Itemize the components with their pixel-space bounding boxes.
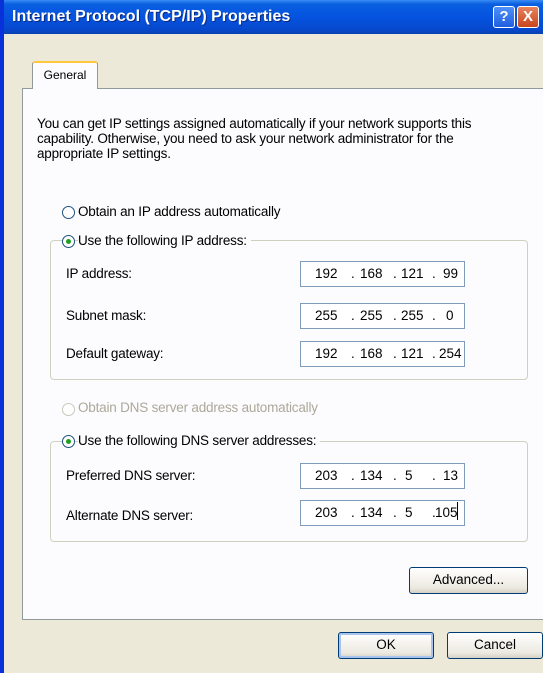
alternate-dns-label: Alternate DNS server: (66, 508, 194, 523)
tab-general[interactable]: General (32, 61, 98, 89)
octet-separator: . (432, 346, 436, 361)
help-button[interactable]: ? (493, 6, 515, 28)
dns-manual-label[interactable]: Use the following DNS server addresses: (78, 433, 321, 448)
subnet-mask-label: Subnet mask: (66, 308, 147, 323)
default-gateway-octet-4: 254 (439, 346, 462, 361)
octet-separator: . (393, 346, 397, 361)
dns-manual-radio[interactable] (62, 435, 75, 448)
ip-address-label: IP address: (66, 266, 132, 281)
close-button[interactable]: X (517, 6, 539, 28)
help-icon: ? (499, 8, 509, 25)
ip-manual-label[interactable]: Use the following IP address: (78, 233, 251, 248)
preferred-dns-octet-4: 13 (443, 468, 459, 483)
cancel-button[interactable]: Cancel (447, 632, 543, 659)
default-gateway-label: Default gateway: (66, 346, 164, 361)
ip-auto-radio[interactable] (62, 206, 75, 219)
title-bar[interactable]: Internet Protocol (TCP/IP) Properties ? … (4, 0, 543, 34)
subnet-mask-field[interactable]: 255 . 255 . 255 . 0 (300, 303, 465, 329)
octet-separator: . (393, 308, 397, 323)
octet-separator: . (351, 266, 355, 281)
text-cursor (457, 502, 458, 520)
octet-separator: . (351, 308, 355, 323)
octet-separator: . (432, 468, 436, 483)
octet-separator: . (432, 266, 436, 281)
preferred-dns-label: Preferred DNS server: (66, 468, 196, 483)
ip-address-field[interactable]: 192 . 168 . 121 . 99 (300, 261, 465, 287)
octet-separator: . (432, 308, 436, 323)
ip-address-octet-2: 168 (360, 266, 383, 281)
default-gateway-octet-2: 168 (360, 346, 383, 361)
alternate-dns-octet-1: 203 (315, 505, 338, 520)
alternate-dns-octet-2: 134 (360, 505, 383, 520)
subnet-mask-octet-2: 255 (360, 308, 383, 323)
alternate-dns-octet-3: 5 (405, 505, 413, 520)
ip-address-octet-3: 121 (401, 266, 424, 281)
ip-auto-label[interactable]: Obtain an IP address automatically (78, 204, 285, 219)
preferred-dns-field[interactable]: 203 . 134 . 5 . 13 (300, 463, 465, 489)
alternate-dns-field[interactable]: 203 . 134 . 5 . 105 (300, 500, 465, 526)
subnet-mask-octet-3: 255 (401, 308, 424, 323)
close-icon: X (522, 8, 533, 25)
advanced-button[interactable]: Advanced... (409, 567, 528, 594)
subnet-mask-octet-4: 0 (446, 308, 454, 323)
dns-auto-radio[interactable] (62, 403, 75, 416)
octet-separator: . (393, 266, 397, 281)
preferred-dns-octet-1: 203 (315, 468, 338, 483)
tcpip-properties-dialog: Internet Protocol (TCP/IP) Properties ? … (0, 0, 543, 673)
window-title: Internet Protocol (TCP/IP) Properties (12, 8, 291, 25)
octet-separator: . (351, 346, 355, 361)
description-text: You can get IP settings assigned automat… (37, 116, 472, 161)
ip-address-octet-1: 192 (315, 266, 338, 281)
ip-address-octet-4: 99 (443, 266, 459, 281)
octet-separator: . (393, 468, 397, 483)
default-gateway-octet-1: 192 (315, 346, 338, 361)
default-gateway-field[interactable]: 192 . 168 . 121 . 254 (300, 341, 465, 367)
subnet-mask-octet-1: 255 (315, 308, 338, 323)
preferred-dns-octet-3: 5 (405, 468, 413, 483)
preferred-dns-octet-2: 134 (360, 468, 383, 483)
octet-separator: . (393, 505, 397, 520)
dns-auto-label[interactable]: Obtain DNS server address automatically (78, 400, 322, 415)
alternate-dns-octet-4: 105 (435, 505, 458, 520)
default-gateway-octet-3: 121 (401, 346, 424, 361)
octet-separator: . (351, 505, 355, 520)
octet-separator: . (351, 468, 355, 483)
ip-manual-radio[interactable] (62, 235, 75, 248)
dns-settings-group (50, 441, 528, 542)
ok-button[interactable]: OK (338, 632, 434, 659)
